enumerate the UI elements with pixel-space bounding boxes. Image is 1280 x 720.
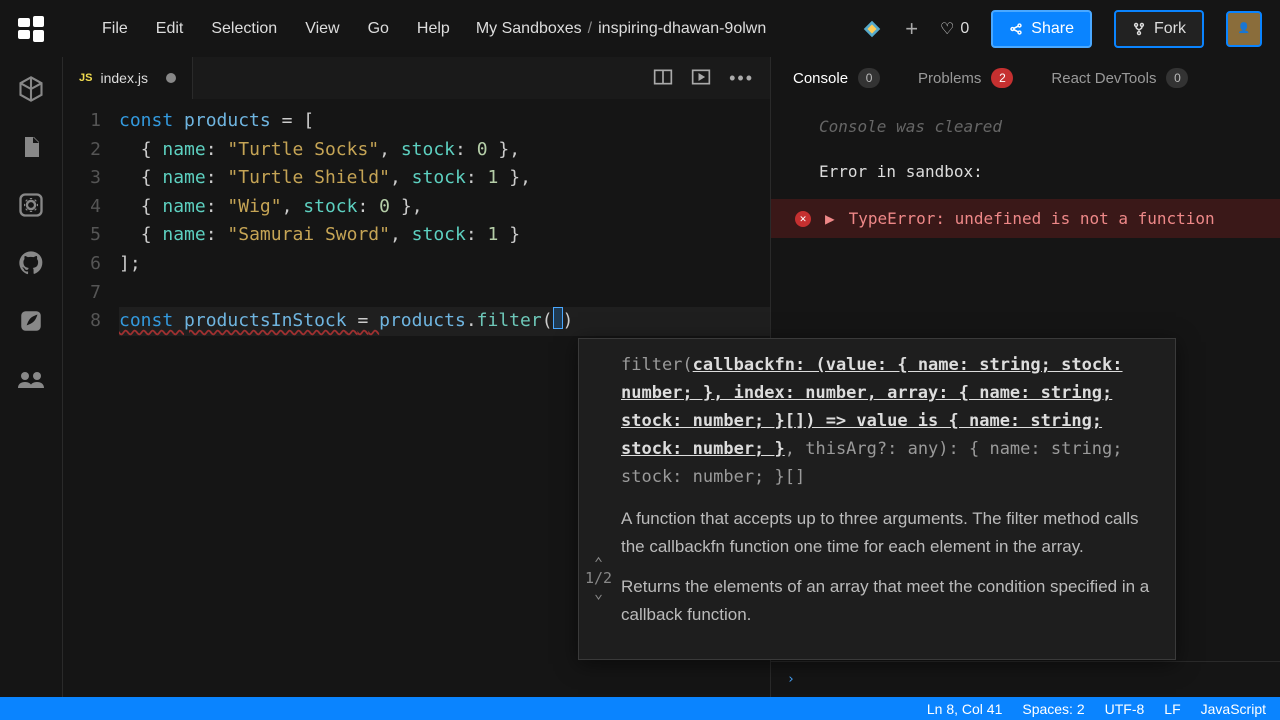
panel-tabs: Console0 Problems2 React DevTools0 (771, 57, 1280, 99)
app-logo[interactable] (18, 16, 44, 42)
js-icon: JS (79, 72, 92, 84)
console-cleared-message: Console was cleared (771, 113, 1280, 140)
activity-bar (0, 57, 62, 697)
preview-icon[interactable] (691, 68, 711, 89)
add-icon[interactable]: + (905, 16, 918, 42)
cursor (553, 307, 563, 329)
share-icon (1009, 22, 1023, 36)
status-spaces[interactable]: Spaces: 2 (1022, 701, 1084, 717)
chevron-down-icon[interactable]: ⌄ (585, 586, 612, 601)
code-text[interactable]: const products = [ { name: "Turtle Socks… (119, 107, 770, 336)
layout-icon[interactable] (653, 68, 673, 89)
console-error-header: Error in sandbox: (771, 158, 1280, 185)
live-icon[interactable] (17, 365, 45, 393)
code-editor[interactable]: 12345678 const products = [ { name: "Tur… (63, 99, 770, 344)
tab-console[interactable]: Console0 (793, 68, 880, 88)
settings-icon[interactable] (17, 191, 45, 219)
tab-react-devtools[interactable]: React DevTools0 (1051, 68, 1188, 88)
tab-filename: index.js (100, 70, 147, 86)
more-icon[interactable]: ••• (729, 68, 754, 89)
status-encoding[interactable]: UTF-8 (1105, 701, 1145, 717)
expand-icon: ▶ (825, 209, 835, 228)
avatar[interactable]: 👤 (1226, 11, 1262, 47)
signature-counter[interactable]: ⌃ 1/2 ⌄ (585, 556, 612, 601)
line-gutter: 12345678 (63, 107, 119, 336)
menu-bar: File Edit Selection View Go Help (102, 20, 450, 38)
github-icon[interactable] (17, 249, 45, 277)
status-language[interactable]: JavaScript (1201, 701, 1266, 717)
deploy-icon[interactable] (861, 18, 883, 40)
console-error-message: TypeError: undefined is not a function (849, 209, 1215, 228)
tab-bar: JS index.js ••• (63, 57, 770, 99)
signature-description: A function that accepts up to three argu… (621, 505, 1159, 629)
dirty-indicator-icon (166, 73, 176, 83)
file-icon[interactable] (17, 133, 45, 161)
likes-counter[interactable]: ♡ 0 (940, 19, 969, 39)
tab-problems[interactable]: Problems2 (918, 68, 1013, 88)
menu-help[interactable]: Help (417, 20, 450, 38)
menu-view[interactable]: View (305, 20, 339, 38)
breadcrumb[interactable]: My Sandboxes/inspiring-dhawan-9olwn (476, 20, 766, 38)
menu-go[interactable]: Go (368, 20, 389, 38)
fork-icon (1132, 22, 1146, 36)
menu-selection[interactable]: Selection (211, 20, 277, 38)
error-icon: ✕ (795, 211, 811, 227)
menu-file[interactable]: File (102, 20, 128, 38)
status-bar: Ln 8, Col 41 Spaces: 2 UTF-8 LF JavaScri… (0, 697, 1280, 720)
fork-button[interactable]: Fork (1114, 10, 1204, 48)
status-cursor-pos[interactable]: Ln 8, Col 41 (927, 701, 1003, 717)
console-error-line[interactable]: ✕ ▶ TypeError: undefined is not a functi… (771, 199, 1280, 238)
heart-icon: ♡ (940, 19, 954, 39)
signature-help-popup: filter(callbackfn: (value: { name: strin… (578, 338, 1176, 660)
console-input[interactable]: › (771, 661, 1280, 697)
deploy-sidebar-icon[interactable] (17, 307, 45, 335)
sandbox-icon[interactable] (17, 75, 45, 103)
share-button[interactable]: Share (991, 10, 1092, 48)
status-eol[interactable]: LF (1164, 701, 1180, 717)
menu-edit[interactable]: Edit (156, 20, 184, 38)
signature-text: filter(callbackfn: (value: { name: strin… (621, 351, 1159, 491)
topbar: File Edit Selection View Go Help My Sand… (0, 0, 1280, 57)
tab-index-js[interactable]: JS index.js (63, 57, 193, 99)
